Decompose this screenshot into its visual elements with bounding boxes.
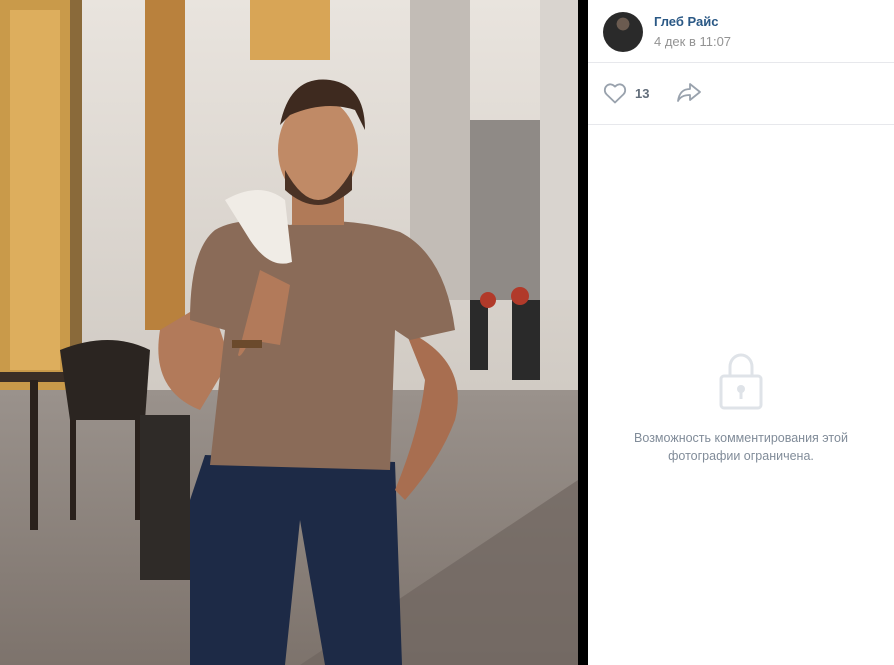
like-count: 13 — [635, 85, 650, 101]
author-avatar[interactable] — [603, 12, 643, 52]
like-button[interactable]: 13 — [603, 80, 649, 106]
info-panel: Глеб Райс 4 дек в 11:07 13 Возможность к… — [588, 0, 894, 665]
post-actions: 13 — [588, 62, 894, 125]
comments-restricted: Возможность комментирования этой фотогра… — [608, 352, 874, 465]
lock-icon — [719, 353, 763, 410]
post-photo[interactable] — [0, 0, 578, 665]
post-date[interactable]: 4 дек в 11:07 — [654, 34, 731, 49]
author-name-link[interactable]: Глеб Райс — [654, 14, 718, 29]
photo-viewer[interactable] — [0, 0, 578, 665]
restricted-message: Возможность комментирования этой фотогра… — [634, 431, 848, 463]
heart-icon — [603, 83, 627, 104]
share-button[interactable] — [676, 80, 702, 109]
divider — [578, 0, 588, 665]
author-header: Глеб Райс 4 дек в 11:07 — [588, 0, 894, 63]
share-arrow-icon — [677, 83, 701, 102]
